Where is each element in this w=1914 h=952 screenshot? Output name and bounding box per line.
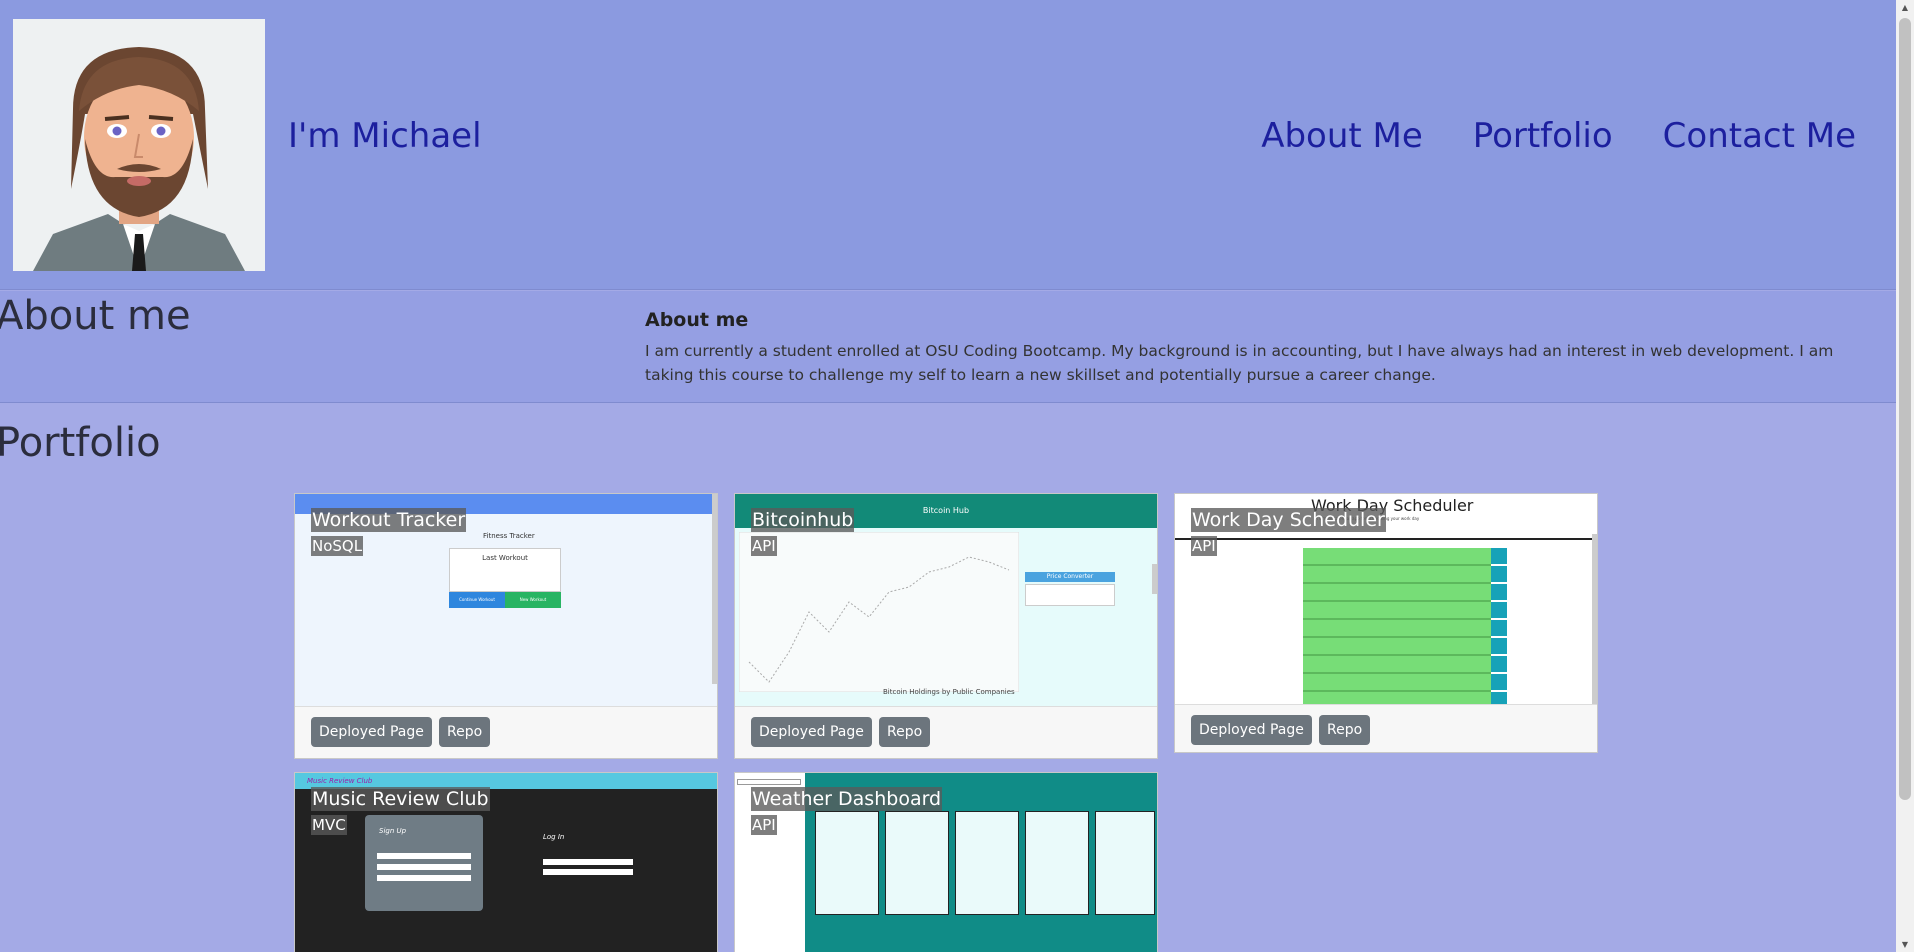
brand-title[interactable]: I'm Michael — [288, 116, 482, 156]
project-tag: API — [751, 536, 777, 556]
deployed-page-button[interactable]: Deployed Page — [751, 717, 872, 747]
project-card-work-day-scheduler: Work Day Scheduler A simple calendar app… — [1174, 493, 1598, 753]
main-nav: About Me Portfolio Contact Me — [1261, 116, 1856, 156]
card-footer: Deployed Page Repo — [295, 706, 717, 758]
project-screenshot[interactable]: Bitcoin Hub Price Converter Bitcoin Hold… — [735, 494, 1157, 706]
project-screenshot[interactable]: Music Review Club Sign Up Log In Music R… — [295, 773, 717, 952]
shot-card-title: Last Workout — [482, 554, 528, 562]
deployed-page-button[interactable]: Deployed Page — [311, 717, 432, 747]
scroll-down-icon[interactable]: ▼ — [1900, 940, 1910, 949]
shot-header: Fitness Tracker — [483, 532, 535, 540]
about-heading: About me — [0, 293, 191, 339]
nav-portfolio[interactable]: Portfolio — [1473, 116, 1613, 156]
project-screenshot[interactable]: Fitness Tracker Last Workout Continue Wo… — [295, 494, 717, 706]
project-card-weather-dashboard: Weather Dashboard API — [734, 772, 1158, 952]
scroll-thumb[interactable] — [1899, 18, 1911, 800]
scroll-up-icon[interactable]: ▲ — [1900, 3, 1910, 12]
shot-signup: Sign Up — [379, 827, 407, 835]
deployed-page-button[interactable]: Deployed Page — [1191, 715, 1312, 745]
project-title: Bitcoinhub — [751, 508, 855, 532]
nav-contact-me[interactable]: Contact Me — [1663, 116, 1856, 156]
repo-button[interactable]: Repo — [439, 717, 491, 747]
project-title: Work Day Scheduler — [1191, 508, 1386, 532]
shot-btn2: New Workout — [505, 592, 561, 608]
project-card-bitcoinhub: Bitcoin Hub Price Converter Bitcoin Hold… — [734, 493, 1158, 759]
project-title: Weather Dashboard — [751, 787, 943, 811]
shot-line-chart — [739, 532, 1019, 692]
avatar — [13, 19, 265, 271]
cartoon-man-avatar-icon — [13, 19, 265, 271]
about-section: About me About me I am currently a stude… — [0, 291, 1896, 403]
card-footer: Deployed Page Repo — [1175, 704, 1597, 756]
project-tag: API — [1191, 536, 1217, 556]
shot-caption: Bitcoin Holdings by Public Companies — [883, 688, 1015, 696]
project-tag: NoSQL — [311, 536, 364, 556]
about-subheading: About me — [645, 309, 749, 331]
project-title: Music Review Club — [311, 787, 490, 811]
project-title: Workout Tracker — [311, 508, 467, 532]
card-footer: Deployed Page Repo — [735, 706, 1157, 758]
portfolio-heading: Portfolio — [0, 420, 161, 466]
shot-side-title: Price Converter — [1025, 572, 1115, 582]
project-card-music-review-club: Music Review Club Sign Up Log In Music R… — [294, 772, 718, 952]
shot-login: Log In — [543, 833, 565, 841]
project-card-workout-tracker: Fitness Tracker Last Workout Continue Wo… — [294, 493, 718, 759]
repo-button[interactable]: Repo — [1319, 715, 1371, 745]
shot-btn1: Continue Workout — [449, 592, 505, 608]
site-header: I'm Michael About Me Portfolio Contact M… — [0, 0, 1896, 290]
project-screenshot[interactable]: Weather Dashboard API — [735, 773, 1157, 952]
repo-button[interactable]: Repo — [879, 717, 931, 747]
nav-about-me[interactable]: About Me — [1261, 116, 1423, 156]
project-screenshot[interactable]: Work Day Scheduler A simple calendar app… — [1175, 494, 1597, 704]
about-text: I am currently a student enrolled at OSU… — [645, 342, 1834, 384]
page-scrollbar[interactable]: ▲ ▼ — [1896, 0, 1914, 952]
project-tag: API — [751, 815, 777, 835]
project-tag: MVC — [311, 815, 347, 835]
